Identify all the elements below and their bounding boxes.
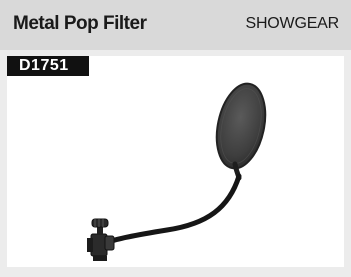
product-title: Metal Pop Filter bbox=[13, 13, 147, 34]
pop-filter-image bbox=[87, 82, 267, 261]
mounting-clamp bbox=[87, 218, 115, 261]
product-panel: D1751 bbox=[7, 56, 344, 267]
gooseneck-arm bbox=[106, 173, 242, 245]
brand-name: SHOWGEAR bbox=[245, 15, 339, 32]
card-header: Metal Pop Filter SHOWGEAR bbox=[0, 0, 351, 50]
filter-screen bbox=[215, 82, 267, 170]
product-card: Metal Pop Filter SHOWGEAR D1751 bbox=[0, 0, 351, 277]
